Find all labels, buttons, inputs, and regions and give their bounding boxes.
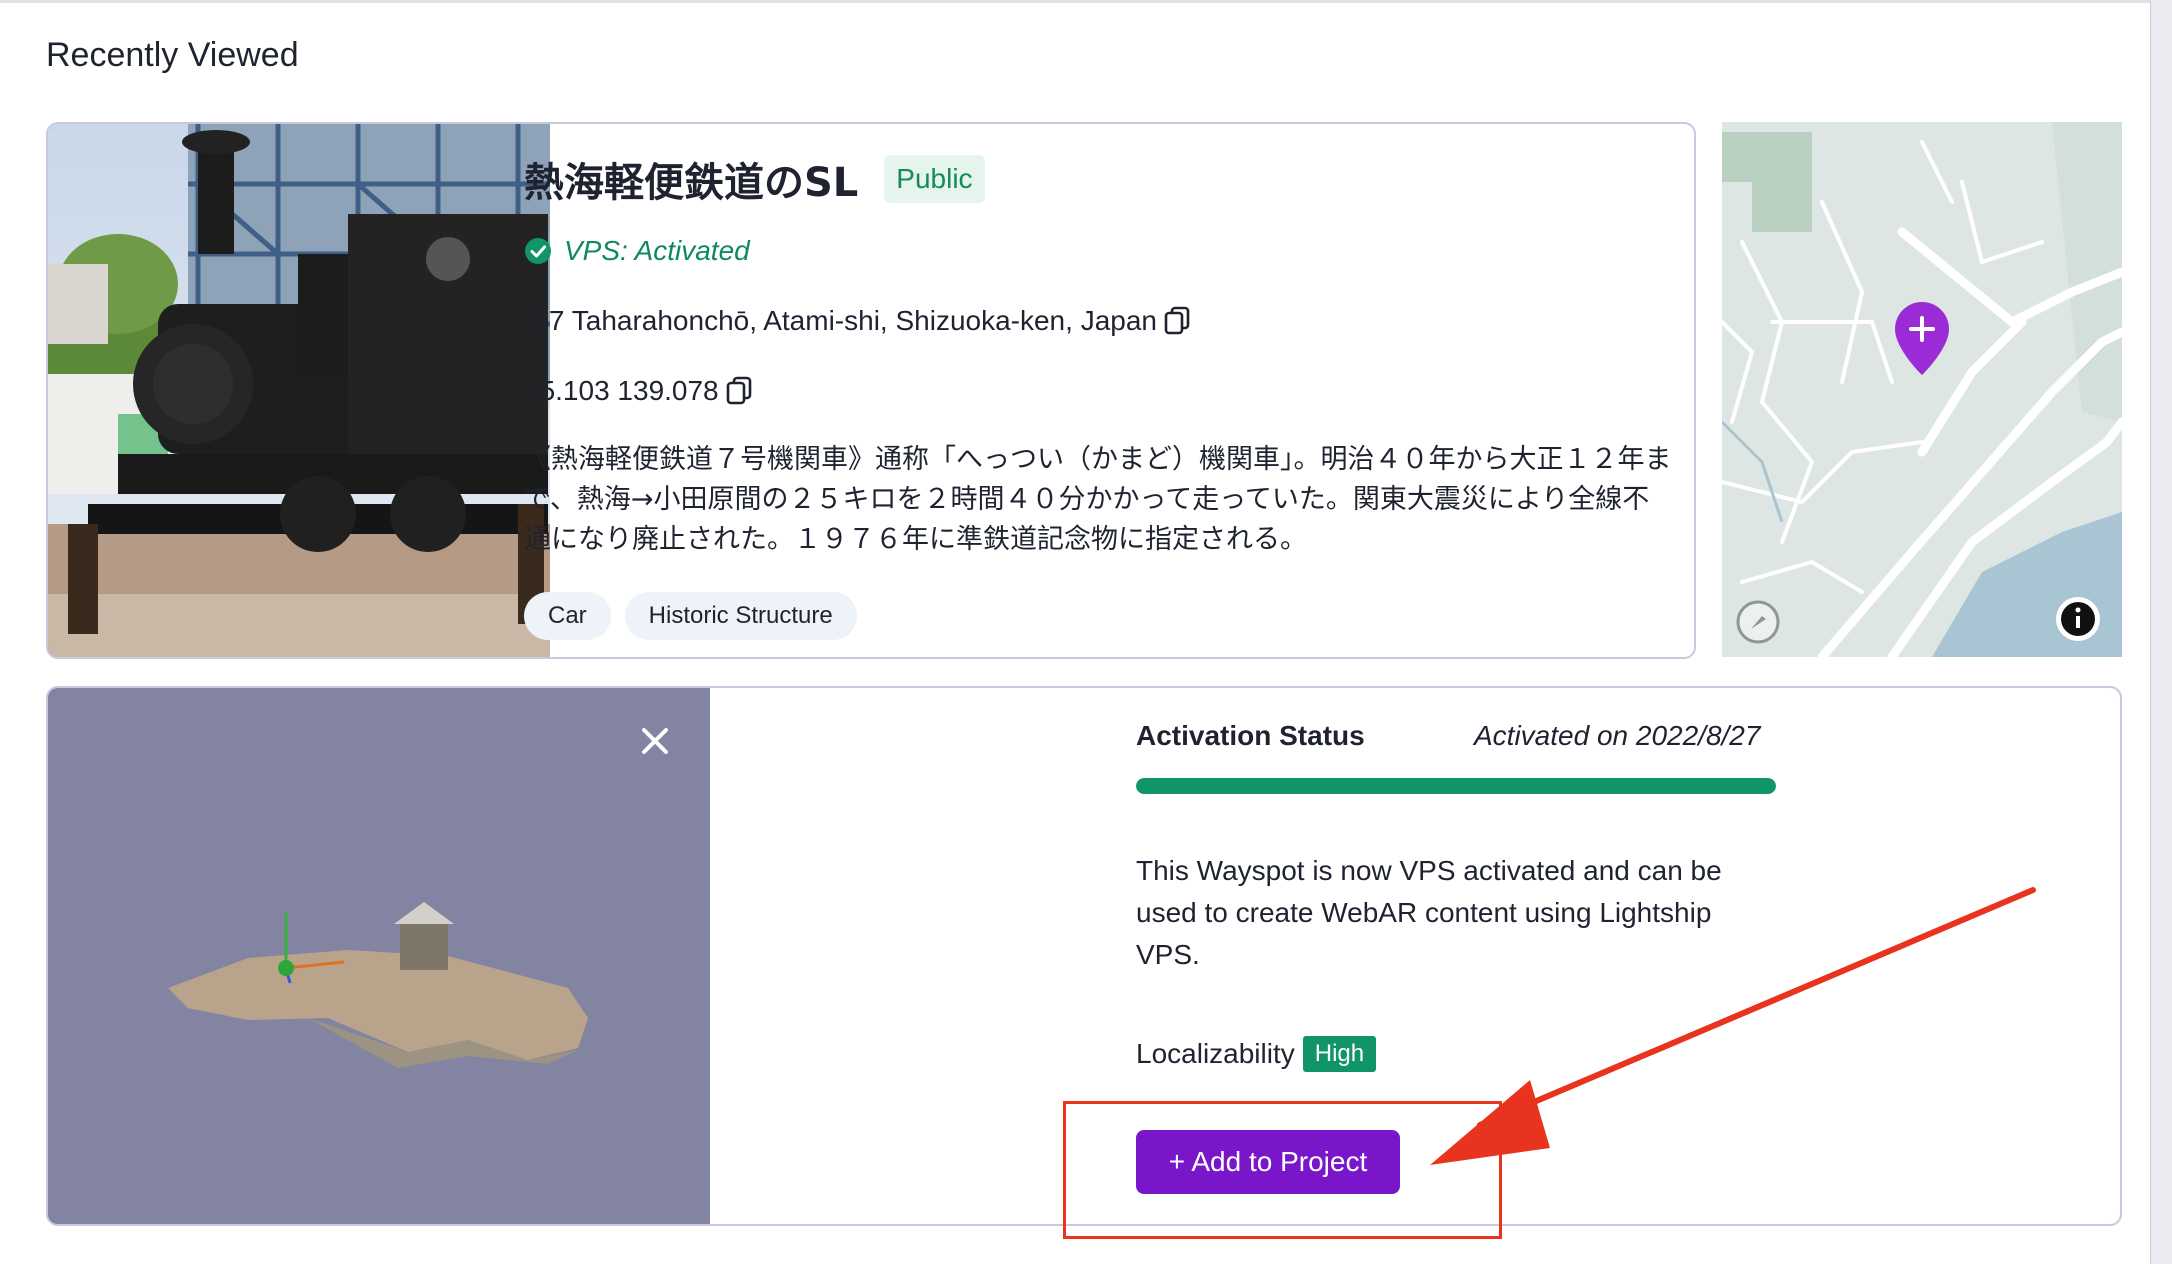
activation-progress-bar [1136, 778, 1776, 794]
copy-icon[interactable] [725, 376, 753, 406]
wayspot-description: 《熱海軽便鉄道７号機関車》通称「へっつい（かまど）機関車」。明治４０年から大正１… [524, 444, 1672, 555]
wayspot-title-row: 熱海軽便鉄道のSL Public [524, 150, 985, 208]
vps-status-text: VPS: Activated [564, 235, 750, 266]
section-title: Recently Viewed [46, 36, 299, 74]
tag-chip[interactable]: Car [524, 592, 611, 640]
wayspot-photo [48, 124, 550, 657]
vps-status: VPS: Activated [524, 235, 750, 267]
localizability-label: Localizability [1136, 1038, 1295, 1069]
visibility-badge: Public [884, 155, 985, 203]
compass-icon[interactable] [1736, 600, 1780, 644]
check-circle-icon [525, 238, 551, 264]
annotation-arrow [1430, 887, 2036, 1165]
localizability-row: Localizability High [1136, 1036, 1377, 1072]
localizability-badge: High [1302, 1036, 1377, 1072]
tag-list: Car Historic Structure [524, 592, 857, 640]
window-right-edge [2150, 0, 2172, 1264]
info-icon[interactable] [2056, 597, 2100, 641]
activation-status-label: Activation Status [1136, 720, 1365, 751]
coordinates-text: 35.103 139.078 [524, 375, 719, 406]
activation-date: Activated on 2022/8/27 [1474, 720, 1761, 751]
window-top-edge [0, 0, 2150, 3]
tag-chip[interactable]: Historic Structure [624, 592, 857, 640]
wayspot-title: 熱海軽便鉄道のSL [524, 160, 859, 206]
mesh-viewer[interactable] [48, 688, 710, 1224]
coordinates-row: 35.103 139.078 [524, 375, 753, 407]
location-map[interactable] [1722, 122, 2122, 657]
copy-icon[interactable] [1163, 306, 1191, 336]
address-text: 6-7 Taharahonchō, Atami-shi, Shizuoka-ke… [524, 305, 1157, 336]
activation-progress-fill [1136, 778, 1776, 794]
close-icon[interactable] [638, 724, 672, 758]
address-row: 6-7 Taharahonchō, Atami-shi, Shizuoka-ke… [524, 305, 1191, 337]
